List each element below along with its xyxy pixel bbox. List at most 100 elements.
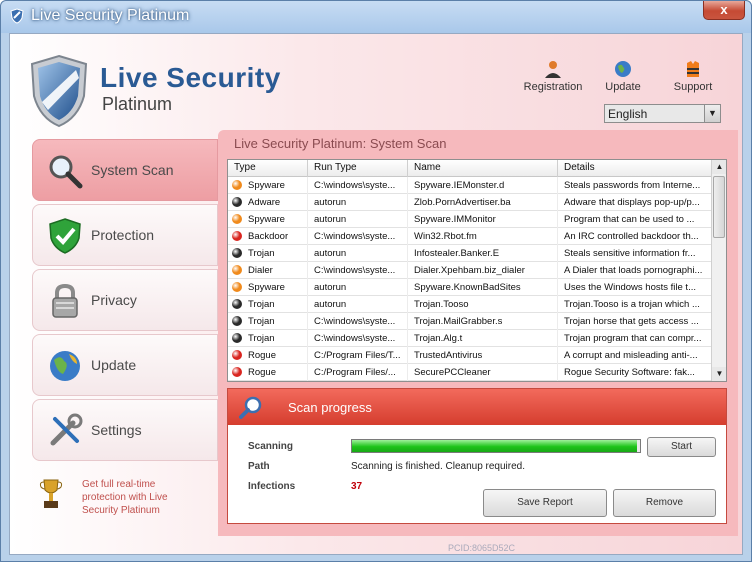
cell-run-type: C:/Program Files/T... <box>314 350 401 361</box>
update-link[interactable]: Update <box>588 60 658 93</box>
cell-name: TrustedAntivirus <box>414 350 483 361</box>
padlock-icon <box>52 283 78 318</box>
pcid-label: PCID:8065D52C <box>448 543 516 553</box>
cell-name: Spyware.KnownBadSites <box>414 282 521 293</box>
close-button[interactable]: x <box>703 1 745 20</box>
threat-level-dot-icon <box>232 350 242 360</box>
nav-settings[interactable]: Settings <box>32 399 218 461</box>
cell-details: Trojan.Tooso is a trojan which ... <box>564 299 700 310</box>
scan-progress-box: Scan progress Scanning Start Path Scanni… <box>227 388 727 524</box>
table-header: Type Run Type Name Details <box>228 160 712 177</box>
threat-level-dot-icon <box>232 367 242 377</box>
nav-system-scan[interactable]: System Scan <box>32 139 218 201</box>
column-divider <box>307 160 308 177</box>
table-row[interactable]: Rogue C:/Program Files/... SecurePCCleaner… <box>228 364 712 381</box>
scan-progress-title: Scan progress <box>288 400 372 415</box>
cell-type: Trojan <box>248 299 275 310</box>
nav-privacy[interactable]: Privacy <box>32 269 218 331</box>
lifejacket-icon <box>687 61 699 77</box>
cell-details: Adware that displays pop-up/p... <box>564 197 700 208</box>
path-value: Scanning is finished. Cleanup required. <box>351 461 525 472</box>
cell-details: A Dialer that loads pornographi... <box>564 265 703 276</box>
cell-run-type: C:\windows\syste... <box>314 231 396 242</box>
table-row[interactable]: Spyware C:\windows\syste... Spyware.IEMons… <box>228 177 712 194</box>
save-report-button[interactable]: Save Report <box>483 489 607 517</box>
column-header-details[interactable]: Details <box>564 162 595 173</box>
cell-run-type: autorun <box>314 299 347 310</box>
table-row[interactable]: Spyware autorun Spyware.KnownBadSites Uses … <box>228 279 712 296</box>
user-icon <box>545 61 561 78</box>
magnifier-icon <box>239 396 262 419</box>
scroll-down-icon[interactable]: ▼ <box>712 367 726 381</box>
cell-details: Uses the Windows hosts file t... <box>564 282 696 293</box>
support-label: Support <box>673 81 713 93</box>
cell-run-type: C:\windows\syste... <box>314 316 396 327</box>
table-row[interactable]: Trojan C:\windows\syste... Trojan.Alg.t Tro… <box>228 330 712 347</box>
threat-level-dot-icon <box>232 265 242 275</box>
threat-table: Type Run Type Name Details Spyware C:\win… <box>227 159 727 382</box>
tools-icon <box>50 413 83 446</box>
table-row[interactable]: Adware autorun Zlob.PornAdvertiser.ba Adwar… <box>228 194 712 211</box>
cell-run-type: C:\windows\syste... <box>314 333 396 344</box>
cell-details: An IRC controlled backdoor th... <box>564 231 699 242</box>
column-header-type[interactable]: Type <box>234 162 256 173</box>
table-row[interactable]: Trojan autorun Infostealer.Banker.E Steals … <box>228 245 712 262</box>
scroll-up-icon[interactable]: ▲ <box>712 160 726 174</box>
table-row[interactable]: Spyware autorun Spyware.IMMonitor Program t… <box>228 211 712 228</box>
cell-name: Dialer.Xpehbam.biz_dialer <box>414 265 525 276</box>
scan-progress-bar <box>351 439 641 453</box>
cell-name: Win32.Rbot.fm <box>414 231 477 242</box>
nav-label-settings: Settings <box>91 422 142 438</box>
nav-protection[interactable]: Protection <box>32 204 218 266</box>
column-divider <box>557 177 558 381</box>
nav-update[interactable]: Update <box>32 334 218 396</box>
cell-details: Steals sensitive information fr... <box>564 248 696 259</box>
cell-type: Adware <box>248 197 281 208</box>
table-row[interactable]: Dialer C:\windows\syste... Dialer.Xpehbam.… <box>228 262 712 279</box>
threat-level-dot-icon <box>232 214 242 224</box>
update-label: Update <box>605 81 641 93</box>
scrollbar-thumb[interactable] <box>713 176 725 238</box>
cell-name: Spyware.IEMonster.d <box>414 180 505 191</box>
remove-button[interactable]: Remove <box>613 489 716 517</box>
cell-name: SecurePCCleaner <box>414 367 491 378</box>
cell-details: Trojan program that can compr... <box>564 333 702 344</box>
threat-level-dot-icon <box>232 180 242 190</box>
threat-level-dot-icon <box>232 231 242 241</box>
magnifier-icon <box>49 155 83 189</box>
language-value: English <box>608 107 648 121</box>
registration-link[interactable]: Registration <box>518 60 588 93</box>
shield-check-icon <box>49 218 81 254</box>
column-divider <box>557 160 558 177</box>
cell-run-type: C:/Program Files/... <box>314 367 396 378</box>
support-link[interactable]: Support <box>658 60 728 93</box>
chevron-down-icon[interactable]: ▼ <box>704 105 720 122</box>
language-select[interactable]: English ▼ <box>604 104 721 123</box>
cell-details: Trojan horse that gets access ... <box>564 316 699 327</box>
threat-level-dot-icon <box>232 197 242 207</box>
brand-subtitle: Platinum <box>102 94 173 114</box>
table-row[interactable]: Rogue C:/Program Files/T... TrustedAntivir… <box>228 347 712 364</box>
cell-run-type: C:\windows\syste... <box>314 180 396 191</box>
cell-type: Spyware <box>248 282 285 293</box>
table-row[interactable]: Backdoor C:\windows\syste... Win32.Rbot.fm… <box>228 228 712 245</box>
column-divider <box>307 177 308 381</box>
column-header-name[interactable]: Name <box>414 162 441 173</box>
vertical-scrollbar[interactable]: ▲ ▼ <box>711 160 726 381</box>
start-button[interactable]: Start <box>647 437 716 457</box>
nav-label-update: Update <box>91 357 137 373</box>
cell-type: Trojan <box>248 316 275 327</box>
window-title: Live Security Platinum <box>31 7 190 24</box>
column-header-run-type[interactable]: Run Type <box>314 162 357 173</box>
threat-level-dot-icon <box>232 248 242 258</box>
threat-level-dot-icon <box>232 299 242 309</box>
table-row[interactable]: Trojan C:\windows\syste... Trojan.MailGrab… <box>228 313 712 330</box>
title-bar[interactable]: Live Security Platinum x <box>1 1 751 33</box>
cell-name: Zlob.PornAdvertiser.ba <box>414 197 511 208</box>
cell-type: Trojan <box>248 248 275 259</box>
registration-label: Registration <box>523 81 583 93</box>
table-row[interactable]: Trojan autorun Trojan.Tooso Trojan.Tooso is… <box>228 296 712 313</box>
shield-logo-icon <box>30 54 88 128</box>
threat-level-dot-icon <box>232 316 242 326</box>
cell-type: Rogue <box>248 367 276 378</box>
